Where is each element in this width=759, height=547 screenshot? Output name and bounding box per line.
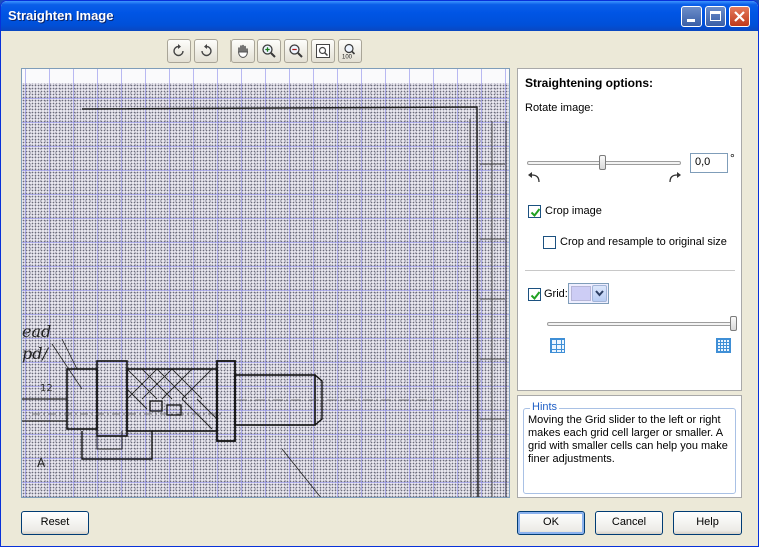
straighten-image-dialog: Straighten Image 100 ead pd/ A 12 Straig…	[0, 0, 759, 547]
grid-color-dropdown-button[interactable]	[592, 285, 607, 302]
rotate-right-icon	[201, 44, 212, 57]
close-icon	[734, 11, 745, 22]
rotate-right-button[interactable]	[194, 39, 218, 63]
crop-image-checkbox[interactable]	[528, 205, 541, 218]
drawing-label-1: ead	[22, 322, 51, 341]
close-button[interactable]	[729, 6, 750, 27]
zoom-out-icon	[289, 44, 303, 58]
zoom-100-button[interactable]: 100	[338, 39, 362, 63]
grid-large-cells-icon	[550, 338, 565, 353]
straightening-options-panel: Straightening options: Rotate image: 0,0…	[517, 68, 742, 391]
cancel-button[interactable]: Cancel	[595, 511, 663, 535]
rotate-slider-thumb[interactable]	[599, 155, 606, 170]
crop-image-label[interactable]: Crop image	[545, 205, 602, 217]
zoom-in-button[interactable]	[257, 39, 281, 63]
zoom-100-label: 100	[342, 55, 353, 60]
crop-resample-checkbox[interactable]	[543, 236, 556, 249]
crop-resample-label[interactable]: Crop and resample to original size	[560, 236, 727, 248]
pan-button[interactable]	[231, 39, 255, 63]
degree-unit: °	[730, 151, 735, 165]
window-title: Straighten Image	[8, 8, 114, 23]
scanned-drawing: ead pd/ A 12	[22, 106, 507, 497]
ok-button[interactable]: OK	[517, 511, 585, 535]
help-button[interactable]: Help	[673, 511, 742, 535]
options-title: Straightening options:	[525, 76, 653, 90]
checkmark-icon	[530, 208, 541, 218]
rotate-cw-icon	[669, 172, 681, 183]
chevron-down-icon	[595, 290, 604, 297]
drawing-label-4: 12	[40, 383, 53, 394]
maximize-button[interactable]	[705, 6, 726, 27]
drawing-label-3: A	[37, 456, 46, 470]
rotate-ccw-icon	[528, 172, 540, 183]
title-bar: Straighten Image	[1, 1, 758, 31]
reset-button[interactable]: Reset	[21, 511, 89, 535]
grid-color-swatch	[571, 286, 591, 301]
hints-text: Moving the Grid slider to the left or ri…	[528, 414, 728, 465]
grid-slider-track[interactable]	[547, 322, 737, 326]
rotate-value-input[interactable]: 0,0	[690, 153, 728, 173]
rotate-left-icon	[173, 44, 184, 57]
zoom-in-icon	[262, 44, 276, 58]
options-divider	[525, 270, 735, 271]
drawing-label-2: pd/	[22, 344, 49, 363]
rotate-left-button[interactable]	[167, 39, 191, 63]
zoom-out-button[interactable]	[284, 39, 308, 63]
zoom-100-icon: 100	[342, 43, 356, 60]
rotate-image-label: Rotate image:	[525, 102, 594, 114]
grid-label[interactable]: Grid:	[544, 288, 568, 300]
hints-title: Hints	[530, 401, 560, 413]
grid-checkbox[interactable]	[528, 288, 541, 301]
dialog-body: 100 ead pd/ A 12 Straightening options: …	[4, 31, 755, 544]
hints-panel: Hints Moving the Grid slider to the left…	[517, 395, 742, 498]
minimize-icon	[687, 19, 695, 22]
grid-slider-thumb[interactable]	[730, 316, 737, 331]
image-preview[interactable]: ead pd/ A 12	[21, 68, 510, 498]
minimize-button[interactable]	[681, 6, 702, 27]
grid-small-cells-icon	[716, 338, 731, 353]
checkmark-icon	[530, 291, 541, 301]
grid-color-picker[interactable]	[568, 283, 609, 304]
maximize-icon	[710, 11, 721, 21]
fit-to-window-button[interactable]	[311, 39, 335, 63]
fit-to-window-icon	[316, 44, 330, 58]
pan-hand-icon	[237, 44, 249, 59]
